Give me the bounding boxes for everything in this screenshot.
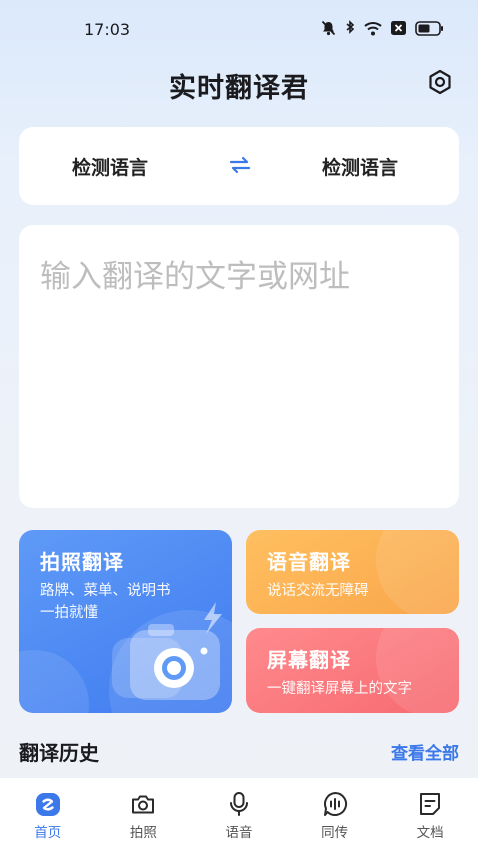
tab-label: 语音	[225, 825, 253, 841]
camera-icon	[129, 790, 157, 818]
microphone-icon	[225, 790, 253, 818]
feature-title: 拍照翻译	[40, 550, 124, 574]
tab-voice[interactable]: 语音	[191, 778, 287, 850]
decor-circle	[376, 530, 459, 614]
feature-desc-line: 路牌、菜单、说明书	[40, 583, 171, 599]
document-icon	[416, 790, 444, 818]
history-title: 翻译历史	[19, 741, 99, 765]
target-language-button[interactable]: 检测语言	[322, 153, 398, 180]
decor-circle	[376, 628, 459, 713]
feature-title: 语音翻译	[267, 550, 351, 574]
settings-icon	[427, 69, 453, 99]
page-title: 实时翻译君	[169, 73, 309, 104]
status-icons	[321, 20, 444, 36]
language-selector: 检测语言 检测语言	[19, 127, 459, 205]
tab-camera[interactable]: 拍照	[96, 778, 192, 850]
swap-arrows-icon	[228, 153, 252, 181]
battery-icon	[415, 20, 444, 36]
tab-home[interactable]: 首页	[0, 778, 96, 850]
tab-label: 文档	[416, 825, 444, 841]
screen-translate-card[interactable]: 屏幕翻译 一键翻译屏幕上的文字	[246, 628, 459, 713]
camera-illustration-icon	[104, 600, 229, 709]
tab-interpret[interactable]: 同传	[287, 778, 383, 850]
sim-x-icon	[391, 21, 406, 35]
tab-label: 首页	[34, 825, 62, 841]
tab-document[interactable]: 文档	[382, 778, 478, 850]
feature-title: 屏幕翻译	[267, 648, 351, 672]
view-all-history-link[interactable]: 查看全部	[391, 739, 459, 764]
feature-desc: 说话交流无障碍	[267, 583, 369, 599]
voice-bubble-icon	[321, 790, 349, 818]
status-time: 17:03	[84, 20, 131, 39]
status-bar: 17:03	[0, 0, 478, 60]
bluetooth-icon	[345, 20, 355, 36]
swap-language-button[interactable]	[224, 151, 256, 183]
wifi-icon	[364, 21, 382, 36]
photo-translate-card[interactable]: 拍照翻译 路牌、菜单、说明书 一拍就懂	[19, 530, 232, 713]
source-language-button[interactable]: 检测语言	[72, 153, 148, 180]
tab-label: 同传	[321, 825, 349, 841]
decor-circle	[19, 650, 89, 713]
mute-bell-icon	[321, 20, 336, 36]
feature-desc: 一键翻译屏幕上的文字	[267, 681, 412, 697]
home-icon	[34, 790, 62, 818]
voice-translate-card[interactable]: 语音翻译 说话交流无障碍	[246, 530, 459, 614]
settings-button[interactable]	[424, 68, 456, 100]
translation-input[interactable]	[40, 251, 440, 481]
input-card	[19, 225, 459, 508]
bottom-tab-bar: 首页 拍照 语音 同传 文档	[0, 778, 478, 850]
tab-label: 拍照	[129, 825, 157, 841]
